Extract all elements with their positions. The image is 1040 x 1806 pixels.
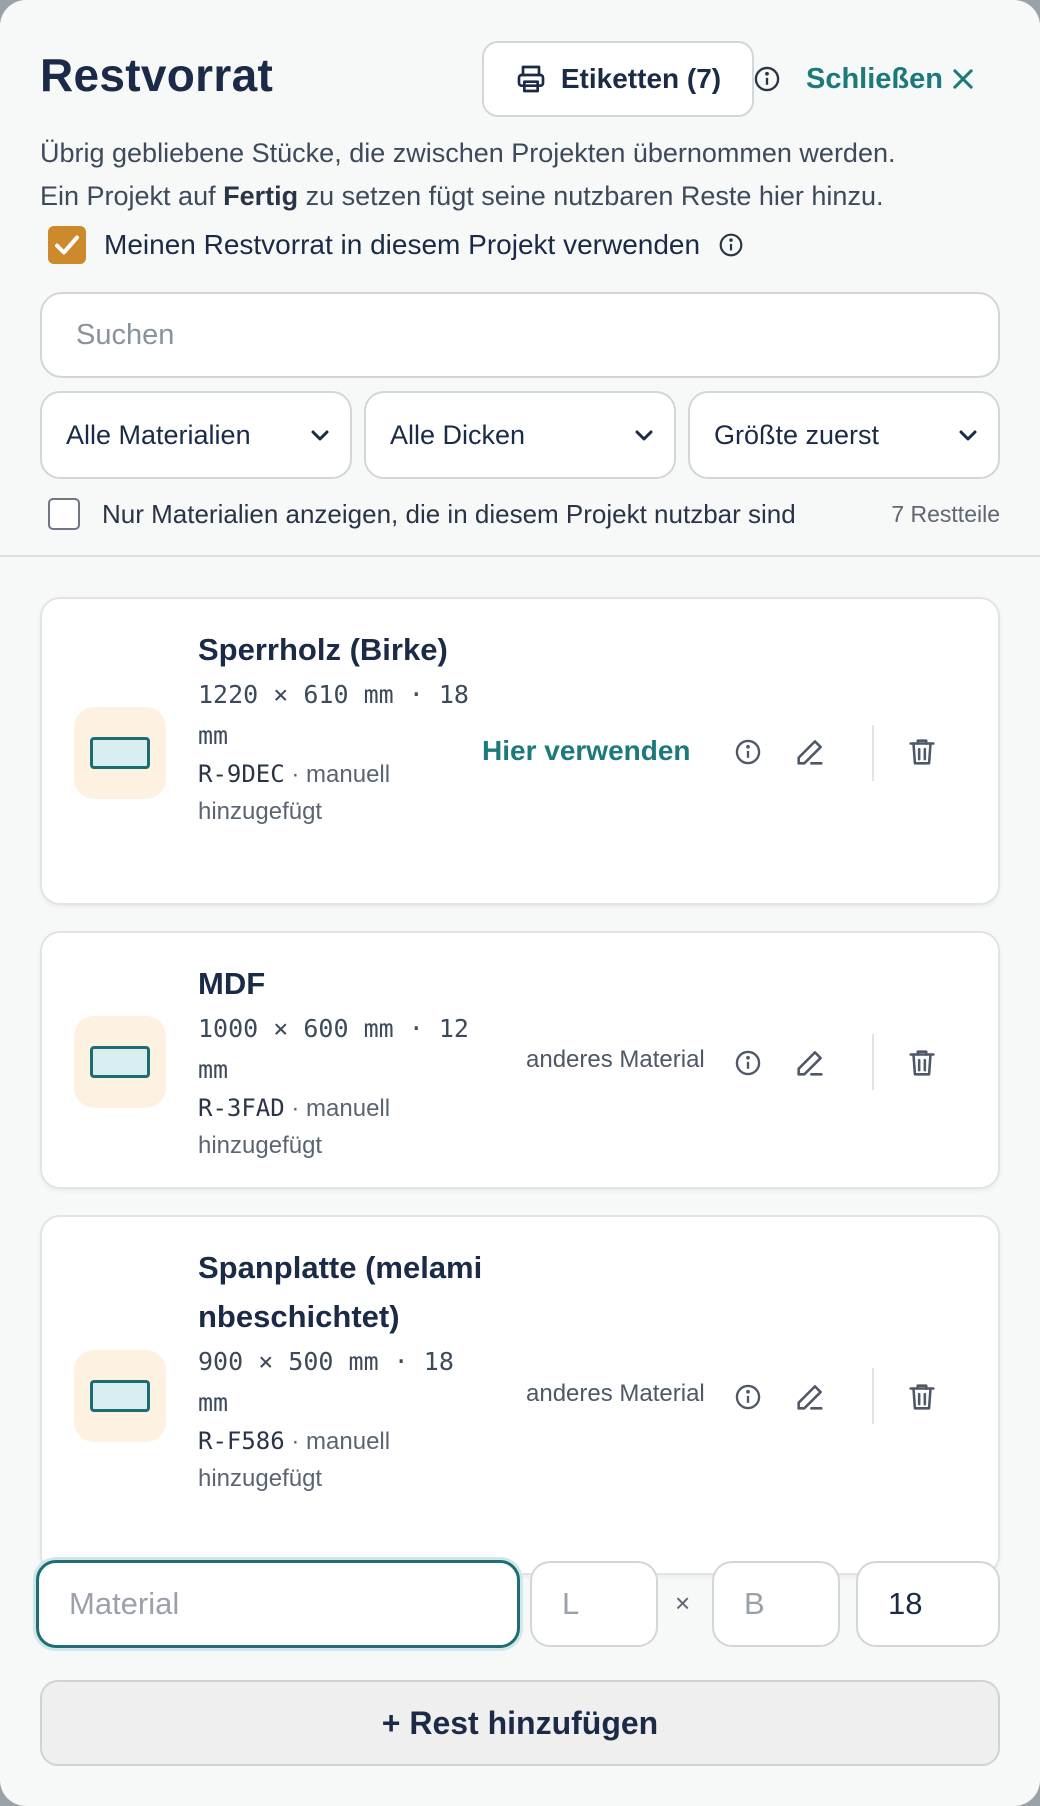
scrap-meta: R-3FAD · manuell hinzugefügt	[198, 1090, 488, 1164]
action-divider	[872, 1034, 874, 1090]
scrap-card: Sperrholz (Birke) 1220 × 610 mm · 18 mm …	[40, 597, 1000, 905]
info-icon[interactable]	[718, 232, 744, 258]
thickness-filter-value: Alle Dicken	[390, 419, 526, 450]
info-icon[interactable]	[728, 732, 768, 772]
only-usable-label[interactable]: Nur Materialien anzeigen, die in diesem …	[102, 499, 796, 530]
material-input[interactable]: Material	[36, 1560, 520, 1648]
scrap-code: R-3FAD	[198, 1094, 285, 1122]
sheet-thumbnail	[74, 1350, 166, 1442]
trash-icon[interactable]	[902, 1043, 942, 1083]
add-scrap-button[interactable]: + Rest hinzufügen	[40, 1680, 1000, 1766]
scrap-material-name: MDF	[198, 966, 266, 1001]
header-divider	[0, 555, 1040, 557]
scrap-meta: R-9DEC · manuell hinzugefügt	[198, 756, 488, 830]
scrap-card: MDF 1000 × 600 mm · 12 mm R-3FAD · manue…	[40, 931, 1000, 1189]
action-divider	[872, 725, 874, 781]
sort-value: Größte zuerst	[714, 419, 880, 450]
material-filter-value: Alle Materialien	[66, 419, 251, 450]
edit-icon[interactable]	[790, 1377, 830, 1417]
sheet-shape	[90, 1380, 150, 1412]
close-icon	[949, 65, 977, 93]
scrap-dimensions: 1220 × 610 mm · 18 mm	[198, 680, 469, 750]
edit-icon[interactable]	[790, 732, 830, 772]
scrap-info: Spanplatte (melaminbeschichtet) 900 × 50…	[198, 1243, 488, 1497]
chevron-down-icon	[308, 423, 332, 447]
search-input[interactable]: Suchen	[40, 292, 1000, 378]
info-icon[interactable]	[728, 1377, 768, 1417]
times-symbol: ×	[675, 1588, 691, 1618]
scrap-count: 7 Restteile	[891, 500, 1000, 527]
description-text: zu setzen fügt seine nutzbaren Reste hie…	[298, 181, 884, 211]
printer-icon	[515, 63, 547, 95]
only-usable-checkbox[interactable]	[48, 498, 80, 530]
chevron-down-icon	[956, 423, 980, 447]
trash-icon[interactable]	[902, 1377, 942, 1417]
scrap-code: R-F586	[198, 1427, 285, 1455]
scrap-card: Spanplatte (melaminbeschichtet) 900 × 50…	[40, 1215, 1000, 1575]
page-title: Restvorrat	[40, 49, 274, 101]
chevron-down-icon	[632, 423, 656, 447]
use-stock-checkbox[interactable]	[48, 226, 86, 264]
scrap-meta: R-F586 · manuell hinzugefügt	[198, 1423, 488, 1497]
sort-select[interactable]: Größte zuerst	[688, 391, 1000, 479]
other-material-label: anderes Material	[526, 1380, 705, 1407]
scrap-info: MDF 1000 × 600 mm · 12 mm R-3FAD · manue…	[198, 959, 488, 1164]
scrap-material-name: Spanplatte (melaminbeschichtet)	[198, 1250, 483, 1334]
scrap-dimensions: 900 × 500 mm · 18 mm	[198, 1347, 454, 1417]
only-usable-filter: Nur Materialien anzeigen, die in diesem …	[48, 496, 1000, 532]
scrap-code: R-9DEC	[198, 760, 285, 788]
info-icon[interactable]	[752, 64, 782, 94]
print-labels-button[interactable]: Etiketten (7)	[482, 41, 754, 117]
description-line-1: Übrig gebliebene Stücke, die zwischen Pr…	[40, 138, 896, 168]
sheet-thumbnail	[74, 1016, 166, 1108]
thickness-filter-select[interactable]: Alle Dicken	[364, 391, 676, 479]
sheet-shape	[90, 737, 150, 769]
sheet-shape	[90, 1046, 150, 1078]
other-material-label: anderes Material	[526, 1046, 705, 1073]
description-bold: Fertig	[223, 181, 299, 211]
use-stock-label: Meinen Restvorrat in diesem Projekt verw…	[104, 229, 701, 260]
use-stock-toggle[interactable]: Meinen Restvorrat in diesem Projekt verw…	[48, 224, 744, 266]
scraps-panel: Restvorrat Etiketten (7) Schließen Übrig…	[0, 0, 1040, 1806]
panel-description: Übrig gebliebene Stücke, die zwischen Pr…	[40, 132, 1020, 218]
scrap-dimensions: 1000 × 600 mm · 12 mm	[198, 1014, 469, 1084]
trash-icon[interactable]	[902, 732, 942, 772]
close-label: Schließen	[806, 62, 943, 95]
length-input[interactable]: L	[530, 1561, 658, 1647]
thickness-input[interactable]: 18	[856, 1561, 1000, 1647]
material-filter-select[interactable]: Alle Materialien	[40, 391, 352, 479]
action-divider	[872, 1368, 874, 1424]
scrap-info: Sperrholz (Birke) 1220 × 610 mm · 18 mm …	[198, 625, 488, 830]
description-line-2: Ein Projekt auf Fertig zu setzen fügt se…	[40, 175, 1020, 218]
close-button[interactable]: Schließen	[806, 58, 977, 100]
print-labels-label: Etiketten (7)	[560, 63, 722, 94]
width-input[interactable]: B	[712, 1561, 840, 1647]
sheet-thumbnail	[74, 707, 166, 799]
use-here-button[interactable]: Hier verwenden	[482, 735, 691, 767]
description-text: Ein Projekt auf	[40, 181, 224, 211]
info-icon[interactable]	[728, 1043, 768, 1083]
scrap-material-name: Sperrholz (Birke)	[198, 632, 448, 667]
panel-header: Restvorrat Etiketten (7) Schließen Übrig…	[0, 0, 1040, 556]
edit-icon[interactable]	[790, 1043, 830, 1083]
